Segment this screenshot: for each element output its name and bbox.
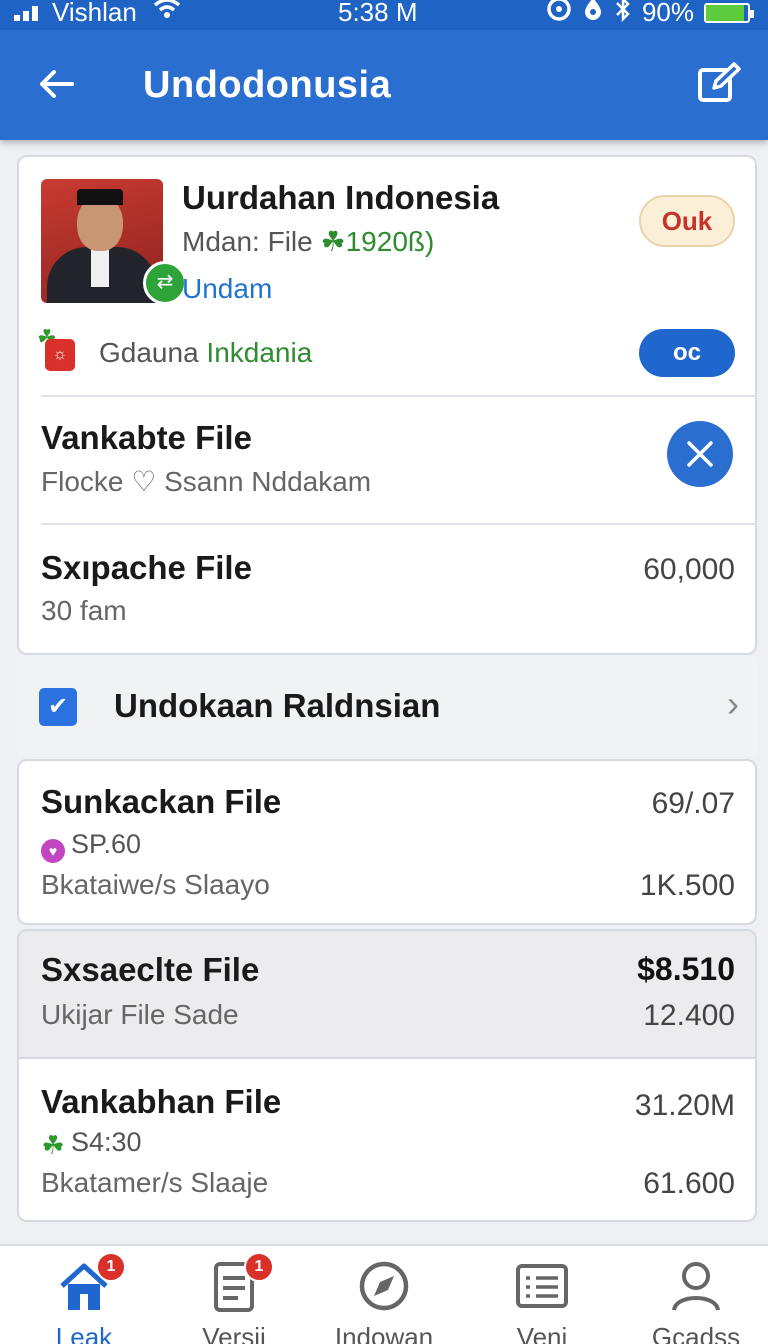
app-bar: Undodonusia — [0, 30, 768, 140]
close-button[interactable] — [667, 421, 733, 487]
notification-badge: 1 — [244, 1252, 274, 1282]
notification-badge: 1 — [96, 1252, 126, 1282]
row-subtitle: 30 fam — [41, 595, 127, 626]
item-title: Sxsaeclte File — [41, 951, 260, 988]
status-badge[interactable]: Ouk — [639, 195, 735, 247]
profile-subtitle: Mdan: File ☘1920ß) — [182, 225, 434, 258]
signal-icon — [14, 5, 38, 21]
divider — [41, 523, 755, 525]
back-arrow-icon[interactable] — [36, 64, 76, 111]
nav-item-veni[interactable]: Veni — [472, 1258, 612, 1344]
list-item[interactable]: Sunkackan File ♥ SP.60 Bkataiwe/s Slaayo … — [17, 759, 757, 925]
item-value-top: $8.510 — [637, 951, 735, 987]
alarm-icon — [546, 0, 572, 29]
row-value: 60,000 — [643, 553, 735, 586]
home-icon: 1 — [14, 1252, 154, 1314]
battery-percent: 90% — [641, 0, 694, 27]
nav-item-indowan[interactable]: Indowan — [314, 1258, 454, 1344]
item-tag: ☘ S4:30 — [41, 1127, 142, 1160]
heart-icon: ♥ — [41, 839, 65, 863]
status-bar: Vishlan 5:38 M 90% — [0, 0, 768, 30]
subtitle-highlight: 1920ß) — [345, 226, 435, 257]
item-subtitle: Ukijar File Sade — [41, 999, 239, 1030]
clover-icon: ☘ — [41, 1130, 65, 1160]
section-header[interactable]: ✔ Undokaan Raldnsian › — [17, 657, 757, 757]
document-icon: 1 — [164, 1252, 304, 1314]
nav-label: Indowan — [334, 1322, 434, 1344]
bluetooth-icon — [614, 0, 632, 29]
item-value-bottom: 61.600 — [643, 1167, 735, 1200]
list-item[interactable]: Vankabhan File ☘ S4:30 Bkatamer/s Slaaje … — [17, 1057, 757, 1222]
carrier-name: Vishlan — [52, 0, 137, 27]
profile-name: Uurdahan Indonesia — [182, 179, 500, 216]
bottom-navigation: 1 Leak 1 Versii Indowan Veni Gcadss — [0, 1244, 768, 1344]
list-item[interactable]: Sxsaeclte File Ukijar File Sade $8.510 1… — [17, 929, 757, 1059]
action-pill-button[interactable]: oc — [639, 329, 735, 377]
nav-item-versii[interactable]: 1 Versii — [164, 1252, 304, 1344]
nav-label: Leak — [55, 1322, 113, 1344]
wifi-icon — [152, 0, 182, 31]
divider — [41, 395, 755, 397]
item-title: Sunkackan File — [41, 783, 282, 820]
subtitle-prefix: Mdan: File — [182, 226, 313, 257]
battery-icon — [704, 2, 754, 23]
drop-icon — [582, 0, 604, 29]
page-title: Undodonusia — [143, 64, 392, 106]
item-value-top: 31.20M — [634, 1089, 735, 1122]
item-title: Vankabhan File — [41, 1083, 282, 1120]
compass-icon — [314, 1258, 454, 1314]
user-icon — [626, 1258, 766, 1314]
row-title: Vankabte File — [41, 419, 252, 456]
section-label: Undokaan Raldnsian — [114, 687, 441, 724]
sub-row-text: Gdauna Inkdania — [99, 337, 313, 368]
item-subtitle: Bkatamer/s Slaaje — [41, 1167, 269, 1198]
close-icon — [687, 441, 713, 467]
row-subtitle: Flocke ♡ Ssann Nddakam — [41, 466, 372, 497]
nav-label: Gcadss — [651, 1322, 741, 1344]
nav-item-leak[interactable]: 1 Leak — [14, 1252, 154, 1344]
item-value-bottom: 12.400 — [643, 999, 735, 1032]
item-value-bottom: 1K.500 — [639, 869, 735, 902]
leaf-icon: ☘ — [320, 226, 346, 257]
checkbox-icon: ✔ — [39, 688, 77, 726]
nav-label: Versii — [202, 1322, 266, 1344]
item-tag: ♥ SP.60 — [41, 829, 141, 863]
profile-link[interactable]: Undam — [182, 273, 272, 305]
list-icon — [472, 1258, 612, 1314]
verified-icon: ⇄ — [143, 261, 187, 305]
clock: 5:38 M — [338, 0, 418, 27]
item-subtitle: Bkataiwe/s Slaayo — [41, 869, 270, 900]
chevron-right-icon: › — [727, 683, 739, 724]
row-title: Sxıpache File — [41, 549, 252, 586]
app-icon: ☼ — [45, 339, 75, 371]
profile-card: ⇄ Uurdahan Indonesia Mdan: File ☘1920ß) … — [17, 155, 757, 655]
nav-label: Veni — [516, 1322, 568, 1344]
edit-icon[interactable] — [696, 60, 742, 106]
item-value-top: 69/.07 — [651, 787, 735, 820]
nav-item-gcadss[interactable]: Gcadss — [626, 1258, 766, 1344]
